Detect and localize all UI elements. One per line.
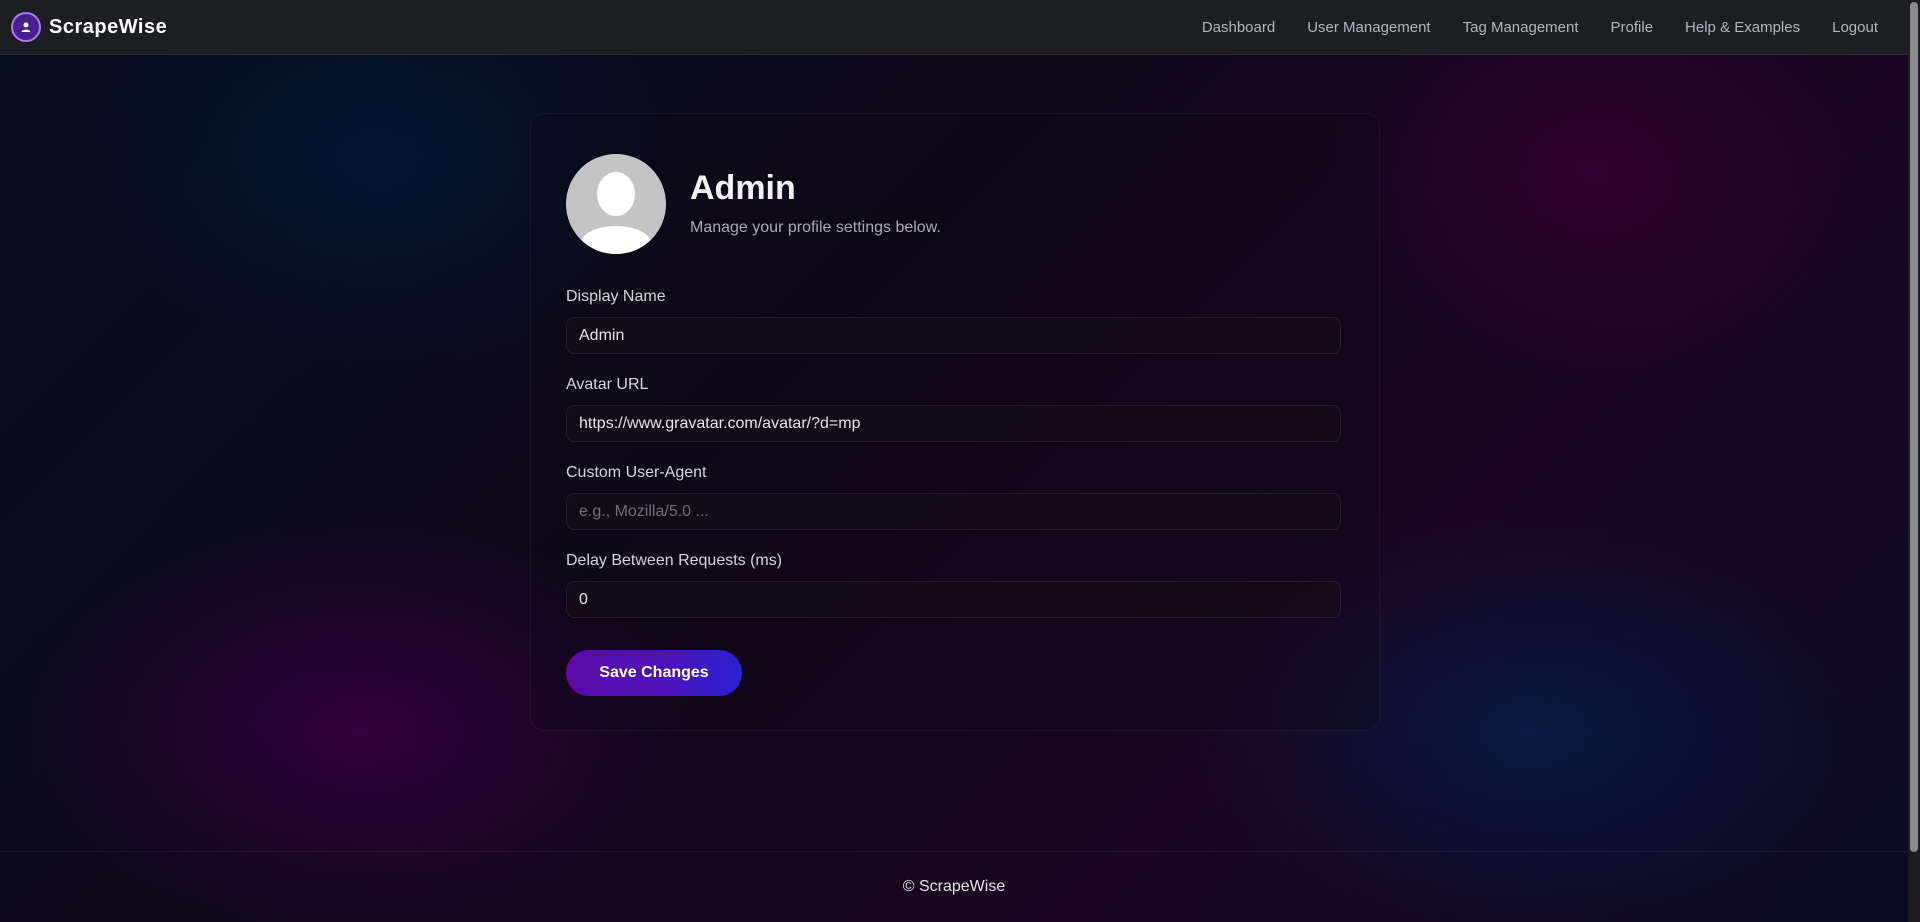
user-agent-field: Custom User-Agent [566, 464, 1341, 530]
footer: © ScrapeWise [0, 851, 1908, 922]
profile-form: Display Name Avatar URL Custom User-Agen… [566, 288, 1341, 696]
nav-user-management[interactable]: User Management [1307, 19, 1430, 36]
profile-card: Admin Manage your profile settings below… [530, 113, 1380, 731]
delay-input[interactable] [566, 581, 1341, 618]
footer-copyright: © ScrapeWise [902, 878, 1006, 895]
page-subtitle: Manage your profile settings below. [690, 219, 941, 236]
nav-logout[interactable]: Logout [1832, 19, 1878, 36]
display-name-field: Display Name [566, 288, 1341, 354]
default-avatar-icon [566, 154, 666, 254]
avatar-url-input[interactable] [566, 405, 1341, 442]
nav-dashboard[interactable]: Dashboard [1202, 19, 1275, 36]
page-scrollbar[interactable] [1908, 0, 1920, 922]
page-title: Admin [690, 169, 796, 207]
brand[interactable]: ScrapeWise [11, 12, 167, 42]
nav-links: Dashboard User Management Tag Management… [1170, 19, 1878, 36]
profile-header: Admin Manage your profile settings below… [566, 154, 941, 254]
avatar-url-label: Avatar URL [566, 376, 649, 393]
save-changes-button[interactable]: Save Changes [566, 650, 742, 696]
nav-help-examples[interactable]: Help & Examples [1685, 19, 1800, 36]
display-name-label: Display Name [566, 288, 666, 305]
profile-heading-text: Admin Manage your profile settings below… [690, 171, 941, 237]
nav-profile[interactable]: Profile [1611, 19, 1654, 36]
user-icon [11, 12, 41, 42]
delay-field: Delay Between Requests (ms) [566, 552, 1341, 618]
scrollbar-thumb[interactable] [1910, 2, 1918, 852]
avatar-url-field: Avatar URL [566, 376, 1341, 442]
user-agent-input[interactable] [566, 493, 1341, 530]
top-navbar: ScrapeWise Dashboard User Management Tag… [0, 0, 1908, 55]
nav-tag-management[interactable]: Tag Management [1463, 19, 1579, 36]
user-agent-label: Custom User-Agent [566, 464, 707, 481]
display-name-input[interactable] [566, 317, 1341, 354]
brand-name: ScrapeWise [49, 15, 168, 38]
delay-label: Delay Between Requests (ms) [566, 552, 783, 569]
